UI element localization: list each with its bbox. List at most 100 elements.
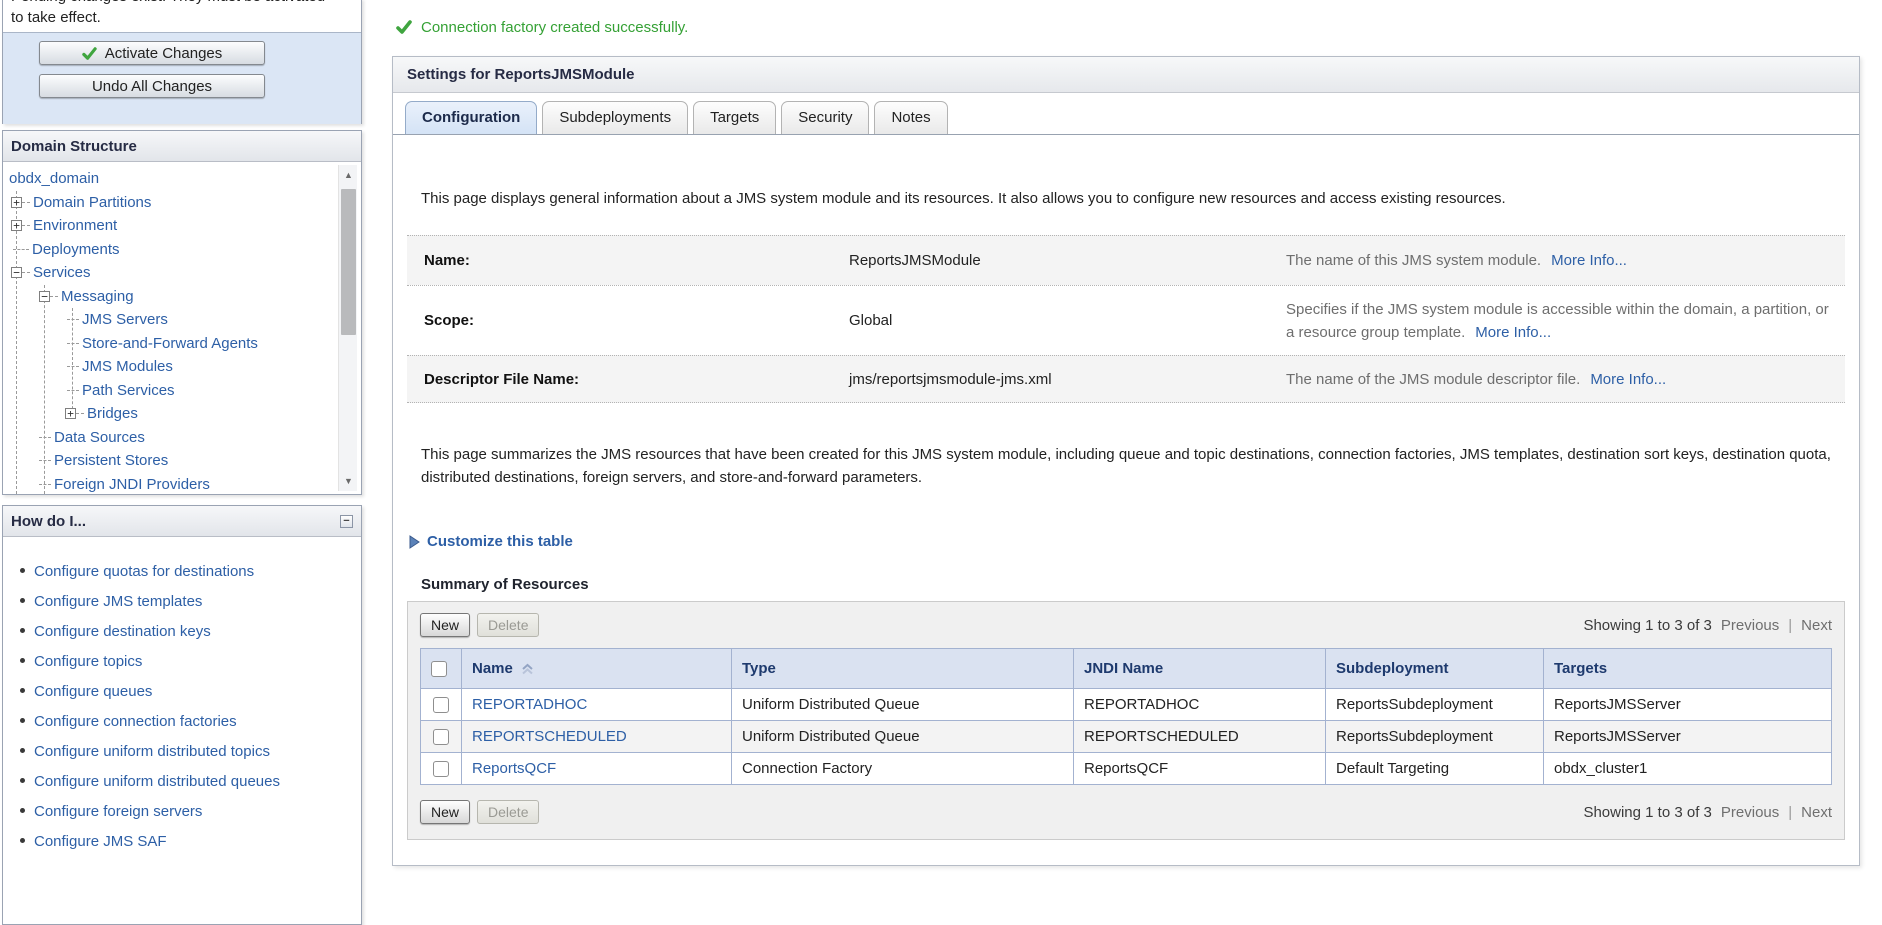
- how-do-i-item: Configure topics: [34, 646, 361, 676]
- column-header-name-label: Name: [472, 660, 513, 677]
- tree-link-data-sources[interactable]: Data Sources: [54, 429, 145, 446]
- resource-link-reportscheduled[interactable]: REPORTSCHEDULED: [472, 728, 627, 745]
- minus-box-icon[interactable]: −: [39, 291, 50, 302]
- tree-item: Store-and-Forward Agents: [3, 332, 361, 356]
- column-header-name[interactable]: Name: [462, 649, 732, 689]
- tree-link-services[interactable]: Services: [33, 264, 91, 281]
- previous-link[interactable]: Previous: [1721, 617, 1779, 634]
- new-button[interactable]: New: [420, 800, 470, 824]
- field-label: Name:: [407, 252, 849, 269]
- tree-link-jms-servers[interactable]: JMS Servers: [82, 311, 168, 328]
- more-info-link[interactable]: More Info...: [1551, 252, 1627, 269]
- column-header-jndi-name[interactable]: JNDI Name: [1074, 649, 1326, 689]
- clipped-text-line: Pending changes exist. They must be acti…: [3, 0, 361, 7]
- field-label: Scope:: [407, 312, 849, 329]
- intro-text: This page displays general information a…: [421, 190, 1845, 207]
- cell-name: REPORTADHOC: [462, 689, 732, 721]
- tree-item: Persistent Stores: [3, 449, 361, 473]
- how-do-i-link-configure-foreign-servers[interactable]: Configure foreign servers: [34, 803, 202, 820]
- tab-targets[interactable]: Targets: [693, 101, 776, 134]
- new-button[interactable]: New: [420, 613, 470, 637]
- plus-box-icon[interactable]: +: [65, 408, 76, 419]
- how-do-i-link-configure-uniform-distributed-topics[interactable]: Configure uniform distributed topics: [34, 743, 270, 760]
- check-icon: [82, 46, 97, 61]
- domain-structure-title: Domain Structure: [11, 138, 137, 155]
- domain-structure-panel: Domain Structure ▲ ▼ obdx_domain + Domain …: [2, 130, 362, 495]
- plus-box-icon[interactable]: +: [11, 197, 22, 208]
- resource-link-reportadhoc[interactable]: REPORTADHOC: [472, 696, 587, 713]
- tree-link-deployments[interactable]: Deployments: [32, 241, 120, 258]
- undo-all-changes-button[interactable]: Undo All Changes: [39, 74, 265, 98]
- tree-link-foreign-jndi-providers[interactable]: Foreign JNDI Providers: [54, 476, 210, 493]
- column-header-type[interactable]: Type: [732, 649, 1074, 689]
- how-do-i-link-configure-connection-factories[interactable]: Configure connection factories: [34, 713, 237, 730]
- select-all-cell: [421, 649, 462, 689]
- tree-link-messaging[interactable]: Messaging: [61, 288, 134, 305]
- how-do-i-list: Configure quotas for destinations Configu…: [3, 556, 361, 856]
- how-do-i-item: Configure foreign servers: [34, 796, 361, 826]
- undo-all-changes-label: Undo All Changes: [92, 78, 212, 95]
- sort-ascending-icon[interactable]: [521, 663, 534, 675]
- tab-security[interactable]: Security: [781, 101, 869, 134]
- how-do-i-item: Configure quotas for destinations: [34, 556, 361, 586]
- tree-item: obdx_domain: [3, 167, 361, 191]
- tab-notes[interactable]: Notes: [874, 101, 947, 134]
- tab-subdeployments[interactable]: Subdeployments: [542, 101, 688, 134]
- row-checkbox[interactable]: [433, 761, 449, 777]
- row-checkbox[interactable]: [433, 729, 449, 745]
- column-header-subdeployment[interactable]: Subdeployment: [1326, 649, 1544, 689]
- tree-link-environment[interactable]: Environment: [33, 217, 117, 234]
- table-header-row: Name Type JNDI Name Subdeployment Target…: [421, 649, 1832, 689]
- tree-link-domain-partitions[interactable]: Domain Partitions: [33, 194, 151, 211]
- cell-type: Uniform Distributed Queue: [732, 721, 1074, 753]
- row-checkbox[interactable]: [433, 697, 449, 713]
- module-info-table: Name:ReportsJMSModuleThe name of this JM…: [407, 235, 1845, 403]
- how-do-i-link-configure-uniform-distributed-queues[interactable]: Configure uniform distributed queues: [34, 773, 280, 790]
- how-do-i-link-configure-queues[interactable]: Configure queues: [34, 683, 152, 700]
- arrow-down-icon[interactable]: ▼: [339, 473, 358, 489]
- arrow-up-icon[interactable]: ▲: [339, 167, 358, 183]
- plus-box-icon[interactable]: +: [11, 220, 22, 231]
- tree-item: Data Sources: [3, 426, 361, 450]
- delete-button[interactable]: Delete: [477, 613, 539, 637]
- configuration-content: This page displays general information a…: [393, 190, 1859, 840]
- tree-link-obdx-domain[interactable]: obdx_domain: [9, 170, 99, 187]
- how-do-i-link-configure-jms-saf[interactable]: Configure JMS SAF: [34, 833, 167, 850]
- more-info-link[interactable]: More Info...: [1590, 371, 1666, 388]
- how-do-i-link-configure-quotas-for-destinations[interactable]: Configure quotas for destinations: [34, 563, 254, 580]
- tree-scrollbar[interactable]: ▲ ▼: [338, 165, 357, 491]
- next-link[interactable]: Next: [1801, 617, 1832, 634]
- tree-link-persistent-stores[interactable]: Persistent Stores: [54, 452, 168, 469]
- success-message: Connection factory created successfully.: [396, 16, 1860, 38]
- how-do-i-link-configure-jms-templates[interactable]: Configure JMS templates: [34, 593, 202, 610]
- paging-status: Showing 1 to 3 of 3: [1583, 804, 1711, 821]
- more-info-link[interactable]: More Info...: [1475, 324, 1551, 341]
- column-header-targets[interactable]: Targets: [1544, 649, 1832, 689]
- how-do-i-link-configure-destination-keys[interactable]: Configure destination keys: [34, 623, 211, 640]
- cell-name: ReportsQCF: [462, 753, 732, 785]
- activate-changes-button[interactable]: Activate Changes: [39, 41, 265, 65]
- tab-bar: ConfigurationSubdeploymentsTargetsSecuri…: [393, 93, 1859, 135]
- select-all-checkbox[interactable]: [431, 661, 447, 677]
- customize-table-link[interactable]: Customize this table: [409, 533, 1845, 550]
- next-link[interactable]: Next: [1801, 804, 1832, 821]
- delete-button[interactable]: Delete: [477, 800, 539, 824]
- collapse-minus-icon[interactable]: −: [340, 515, 353, 528]
- tab-configuration[interactable]: Configuration: [405, 101, 537, 134]
- previous-link[interactable]: Previous: [1721, 804, 1779, 821]
- tree-link-jms-modules[interactable]: JMS Modules: [82, 358, 173, 375]
- resource-link-reportsqcf[interactable]: ReportsQCF: [472, 760, 556, 777]
- minus-box-icon[interactable]: −: [11, 267, 22, 278]
- tree-link-store-and-forward-agents[interactable]: Store-and-Forward Agents: [82, 335, 258, 352]
- customize-table-label: Customize this table: [427, 533, 573, 550]
- scrollbar-thumb[interactable]: [341, 189, 356, 335]
- tree-item: JMS Modules: [3, 355, 361, 379]
- tree-item: Path Services: [3, 379, 361, 403]
- tree-link-path-services[interactable]: Path Services: [82, 382, 175, 399]
- paging-separator: |: [1788, 804, 1792, 821]
- field-help-text: The name of the JMS module descriptor fi…: [1286, 371, 1580, 388]
- paging-status: Showing 1 to 3 of 3: [1583, 617, 1711, 634]
- tree-link-bridges[interactable]: Bridges: [87, 405, 138, 422]
- cell-jndi-name: REPORTSCHEDULED: [1074, 721, 1326, 753]
- how-do-i-link-configure-topics[interactable]: Configure topics: [34, 653, 142, 670]
